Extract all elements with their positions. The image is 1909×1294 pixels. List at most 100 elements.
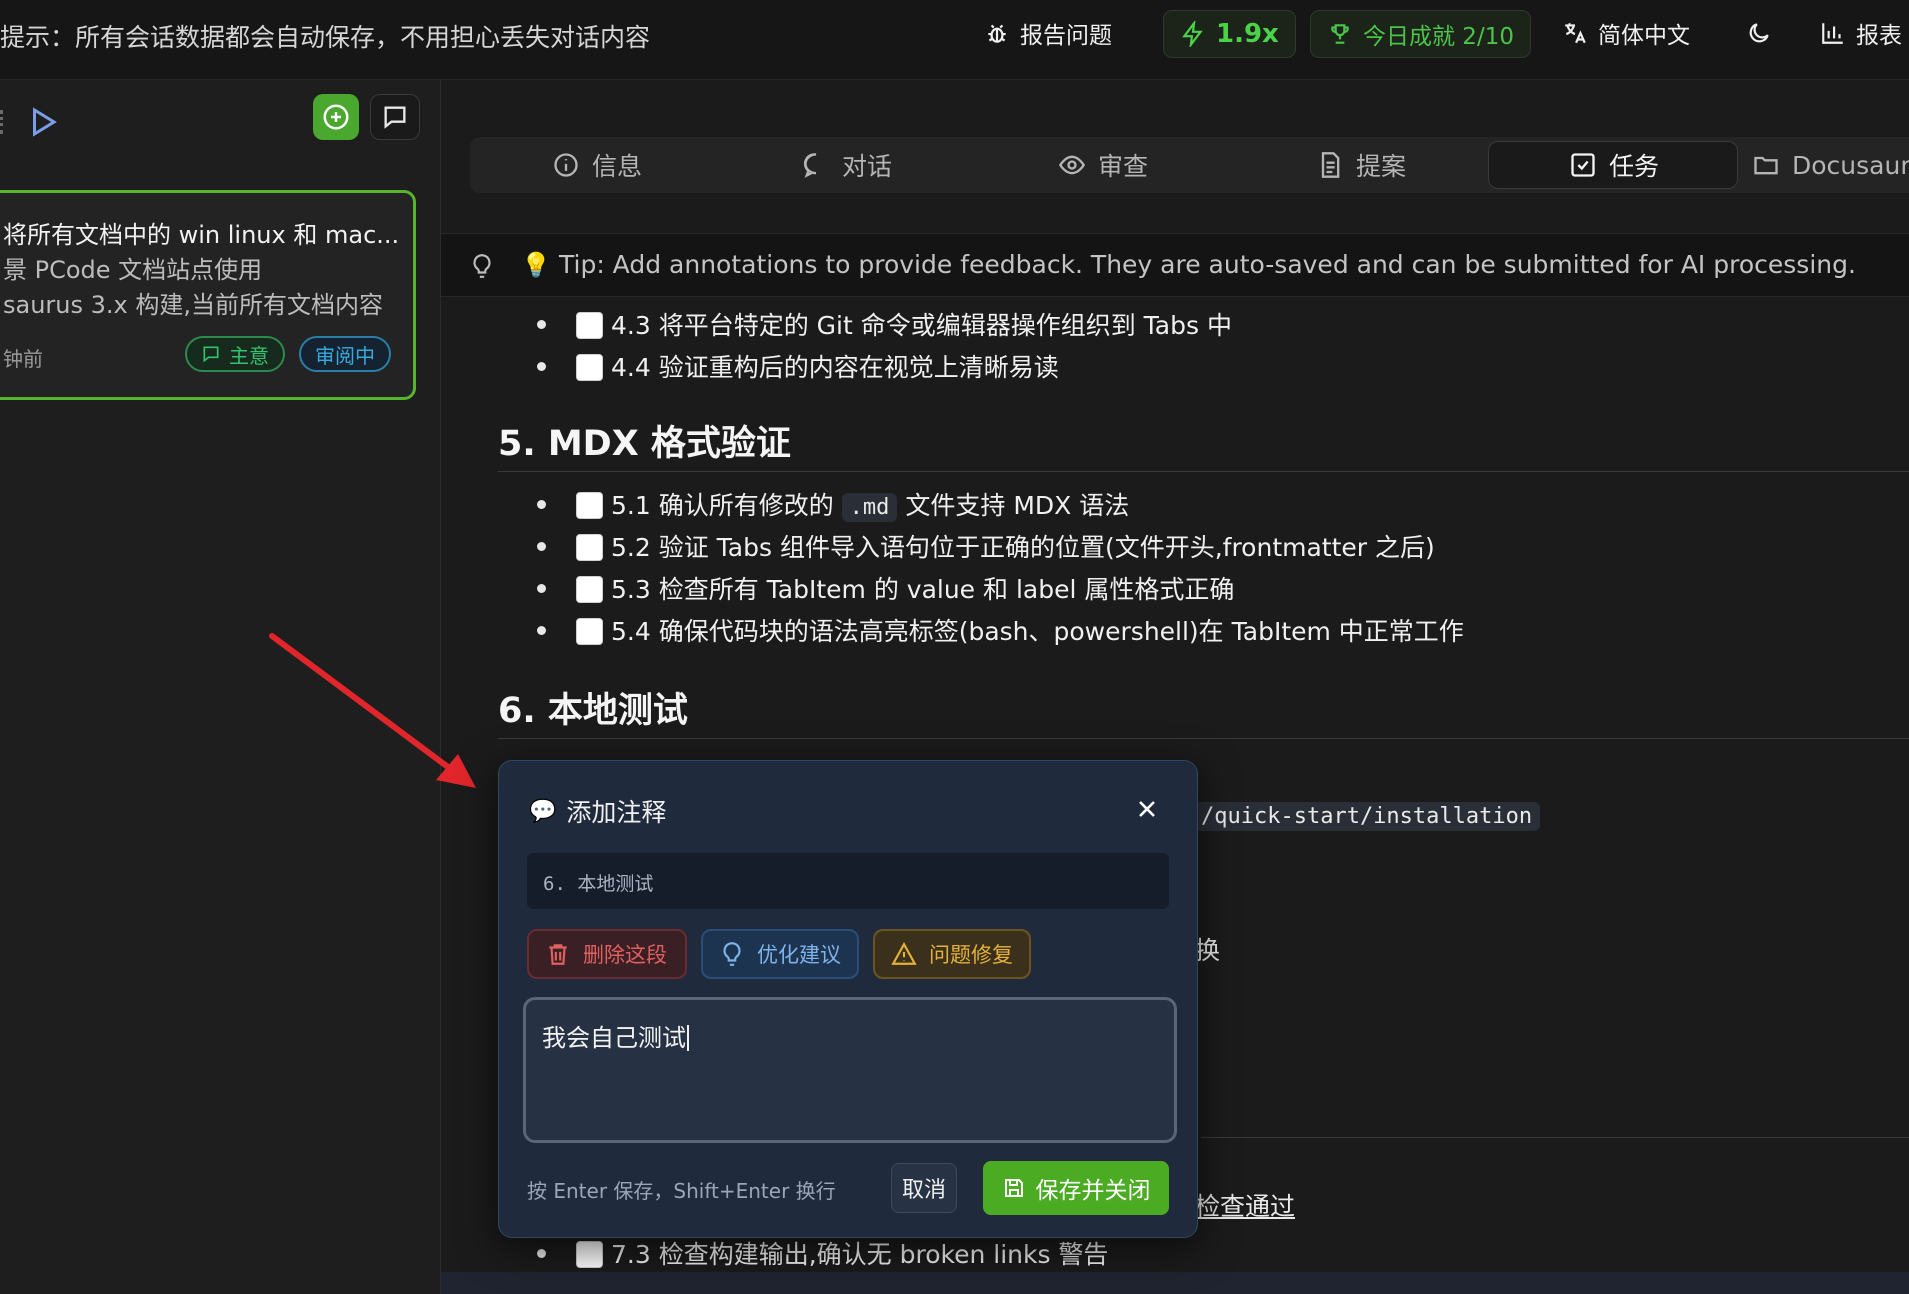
optimize-suggestion-chip[interactable]: 优化建议 [701,929,859,979]
achievement-label: 今日成就 2/10 [1363,24,1514,50]
new-session-button[interactable] [313,94,359,140]
tab-tasks[interactable]: 任务 [1488,141,1738,189]
reports-label: 报表 [1856,23,1902,49]
task-text: 5.4 确保代码块的语法高亮标签(bash、powershell)在 TabIt… [611,617,1464,646]
dialog-title-text: 添加注释 [566,798,667,827]
save-and-close-label: 保存并关闭 [1035,1178,1151,1204]
session-card[interactable]: 将所有文档中的 win linux 和 mac... 景 PCode 文档站点使… [0,190,416,400]
close-icon[interactable] [1133,795,1161,823]
delete-section-label: 删除这段 [583,943,667,967]
tab-docusaurus[interactable]: Docusaur [1752,137,1909,193]
message-square-icon [384,106,406,129]
task-text-part: 5.1 确认所有修改的 [611,491,834,520]
speed-indicator[interactable]: 1.9x [1163,10,1296,58]
report-issue-label: 报告问题 [1020,23,1112,49]
section-heading: 6. 本地测试 [498,691,688,731]
task-checkbox[interactable] [576,492,603,519]
bullet [537,626,546,635]
delete-section-chip[interactable]: 删除这段 [527,929,687,979]
eye-icon [1058,155,1086,175]
warning-icon [891,942,917,965]
autosave-notice: 提示：所有会话数据都会自动保存，不用担心丢失对话内容 [0,23,651,52]
task-checkbox[interactable] [576,1241,603,1268]
task-checkbox[interactable] [576,312,603,339]
idea-badge-label: 主意 [229,343,269,368]
task-text: 4.4 验证重构后的内容在视觉上清晰易读 [611,353,1059,382]
optimize-suggestion-label: 优化建议 [757,943,841,967]
theme-toggle[interactable] [1746,8,1772,58]
lightbulb-emoji-icon: 💡 [521,251,551,279]
task-text: 5.3 检查所有 TabItem 的 value 和 label 属性格式正确 [611,575,1235,604]
task-text: 7.3 检查构建输出,确认无 broken links 警告 [611,1240,1109,1269]
annotation-textarea[interactable]: 我会自己测试 [523,997,1177,1143]
task-text: 5.2 验证 Tabs 组件导入语句位于正确的位置(文件开头,frontmatt… [611,533,1435,562]
tab-review[interactable]: 审查 [1058,137,1148,193]
bug-fix-label: 问题修复 [929,943,1013,967]
tab-info[interactable]: 信息 [552,137,642,193]
bullet [537,500,546,509]
cancel-button[interactable]: 取消 [891,1163,957,1213]
report-issue-button[interactable]: 报告问题 [984,8,1112,58]
session-card-desc-line1: 景 PCode 文档站点使用 [3,256,263,284]
section-divider [498,471,1909,472]
session-card-title: 将所有文档中的 win linux 和 mac... [3,221,400,249]
trophy-icon [1331,24,1349,44]
play-icon[interactable] [24,104,60,140]
task-text: 4.3 将平台特定的 Git 命令或编辑器操作组织到 Tabs 中 [611,311,1232,340]
folder-icon [1754,156,1778,175]
section-heading: 5. MDX 格式验证 [498,424,791,464]
partially-hidden-code: /quick-start/installation [1193,800,1541,831]
bolt-icon [1182,21,1203,47]
task-checkbox[interactable] [576,354,603,381]
tab-review-label: 审查 [1098,152,1149,181]
trash-icon [549,944,567,965]
document-icon [1321,152,1340,178]
tab-chat-label: 对话 [842,152,893,181]
task-checkbox[interactable] [576,534,603,561]
task-checkbox[interactable] [576,576,603,603]
partially-hidden-text: 换 [1195,936,1221,965]
tip-text: Tip: Add annotations to provide feedback… [559,250,1856,279]
bottom-strip [441,1272,1909,1294]
tab-proposal[interactable]: 提案 [1316,137,1406,193]
language-label: 简体中文 [1598,23,1690,49]
info-icon [554,153,578,177]
bug-fix-chip[interactable]: 问题修复 [873,929,1031,979]
conversation-button[interactable] [370,94,420,140]
section-divider [498,738,1909,739]
task-text: 5.1 确认所有修改的 .md 文件支持 MDX 语法 [611,486,1129,522]
task-checkbox[interactable] [576,618,603,645]
add-annotation-dialog: 💬 添加注释 6. 本地测试 删除这段 优化建议 问题修复 我会自己测试 按 E… [498,760,1198,1238]
bullet [537,584,546,593]
partially-hidden-text: 检查通过 [1195,1192,1296,1221]
reports-button[interactable]: 报表 [1820,8,1902,58]
chat-icon [803,153,817,178]
message-square-icon [203,346,219,363]
session-card-time: 钟前 [3,347,43,371]
session-card-description: 景 PCode 文档站点使用 saurus 3.x 构建,当前所有文档内容... [3,253,383,323]
plus-circle-icon [323,104,349,130]
tab-docusaurus-label: Docusaur [1792,150,1909,180]
annotation-text: 我会自己测试 [542,1024,686,1052]
inline-code: .md [841,493,898,522]
bullet [537,1249,546,1258]
language-selector[interactable]: 简体中文 [1562,8,1690,58]
status-badge: 审阅中 [299,336,391,372]
speech-bubble-icon: 💬 [529,798,557,824]
bullet [537,542,546,551]
app-window: 提示：所有会话数据都会自动保存，不用担心丢失对话内容 报告问题 1.9x 今日成… [0,0,1909,1294]
dialog-title: 💬 添加注释 [529,793,666,829]
daily-achievement[interactable]: 今日成就 2/10 [1310,10,1531,58]
keyboard-hint: 按 Enter 保存，Shift+Enter 换行 [527,1179,836,1203]
checkbox-icon [1571,153,1595,177]
tab-info-label: 信息 [592,152,643,181]
lightbulb-icon [473,254,491,278]
bug-icon [988,24,1006,43]
task-text-part: 文件支持 MDX 语法 [905,491,1130,520]
lightbulb-icon [723,942,741,966]
sidebar-handle[interactable] [0,110,4,134]
detail-tabs: 信息 对话 审查 提案 任务 Docusaur [470,137,1909,193]
tab-chat[interactable]: 对话 [802,137,892,193]
save-and-close-button[interactable]: 保存并关闭 [983,1161,1169,1215]
top-bar: 提示：所有会话数据都会自动保存，不用担心丢失对话内容 报告问题 1.9x 今日成… [0,0,1909,80]
